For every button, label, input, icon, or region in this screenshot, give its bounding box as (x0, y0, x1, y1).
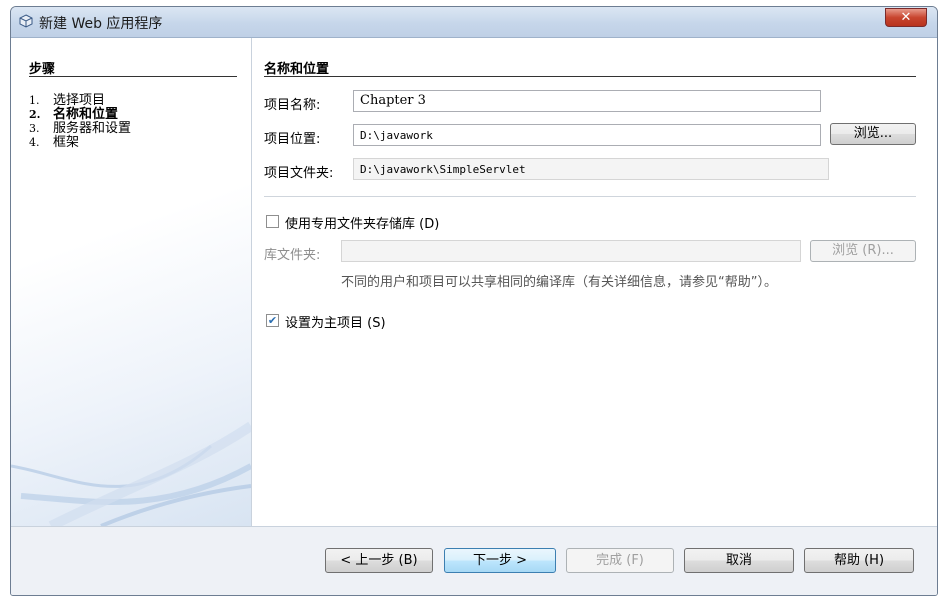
dedicated-folder-checkbox[interactable] (266, 215, 279, 228)
library-browse-button: 浏览 (R)... (810, 240, 916, 262)
new-web-app-dialog: 新建 Web 应用程序 ✕ 步骤 1. 选择项目 2. 名称和位置 3. 服务器和设置… (10, 6, 938, 596)
project-name-input[interactable]: Chapter 3 (353, 90, 821, 112)
close-button[interactable]: ✕ (885, 8, 927, 27)
main-project-checkbox[interactable]: ✔ (266, 314, 279, 327)
separator (264, 196, 916, 197)
section-divider (264, 76, 916, 77)
library-folder-label: 库文件夹: (264, 248, 321, 263)
project-folder-field: D:\javawork\SimpleServlet (353, 158, 829, 180)
project-name-label: 项目名称: (264, 98, 321, 113)
finish-button: 完成 (F) (566, 548, 674, 573)
project-location-label: 项目位置: (264, 132, 321, 147)
step-label: 选择项目 (53, 93, 106, 108)
step-number: 2. (29, 108, 41, 121)
steps-title: 步骤 (29, 62, 56, 77)
project-folder-label: 项目文件夹: (264, 166, 334, 181)
step-item-3: 3. 服务器和设置 (29, 122, 131, 135)
cancel-button[interactable]: 取消 (684, 548, 794, 573)
project-location-input[interactable]: D:\javawork (353, 124, 821, 146)
window-title: 新建 Web 应用程序 (39, 16, 163, 32)
step-label: 框架 (53, 135, 80, 150)
dedicated-folder-checkbox-label[interactable]: 使用专用文件夹存储库 (D) (285, 213, 439, 232)
step-label: 名称和位置 (53, 107, 119, 122)
step-item-1: 1. 选择项目 (29, 94, 105, 107)
library-note: 不同的用户和项目可以共享相同的编译库（有关详细信息，请参见“帮助”）。 (341, 275, 777, 290)
step-number: 1. (29, 94, 40, 107)
step-label: 服务器和设置 (53, 121, 132, 136)
main-project-checkbox-label[interactable]: 设置为主项目 (S) (285, 312, 386, 331)
steps-pane: 步骤 1. 选择项目 2. 名称和位置 3. 服务器和设置 4. 框架 (11, 38, 252, 526)
content-pane: 名称和位置 项目名称: Chapter 3 项目位置: D:\javawork … (252, 38, 937, 526)
step-item-2: 2. 名称和位置 (29, 108, 118, 121)
step-item-4: 4. 框架 (29, 136, 79, 149)
title-bar[interactable]: 新建 Web 应用程序 ✕ (11, 7, 937, 38)
decorative-swoosh-graphic (11, 421, 251, 526)
browse-button[interactable]: 浏览... (830, 123, 916, 145)
netbeans-cube-icon (19, 14, 33, 28)
back-button[interactable]: < 上一步 (B) (325, 548, 433, 573)
library-folder-input (341, 240, 801, 262)
step-number: 3. (29, 122, 40, 135)
help-button[interactable]: 帮助 (H) (804, 548, 914, 573)
section-title: 名称和位置 (264, 62, 330, 77)
step-number: 4. (29, 136, 40, 149)
steps-divider (29, 76, 237, 77)
next-button[interactable]: 下一步 > (444, 548, 556, 573)
button-bar: < 上一步 (B) 下一步 > 完成 (F) 取消 帮助 (H) (11, 526, 937, 595)
checkmark-icon: ✔ (267, 314, 278, 327)
